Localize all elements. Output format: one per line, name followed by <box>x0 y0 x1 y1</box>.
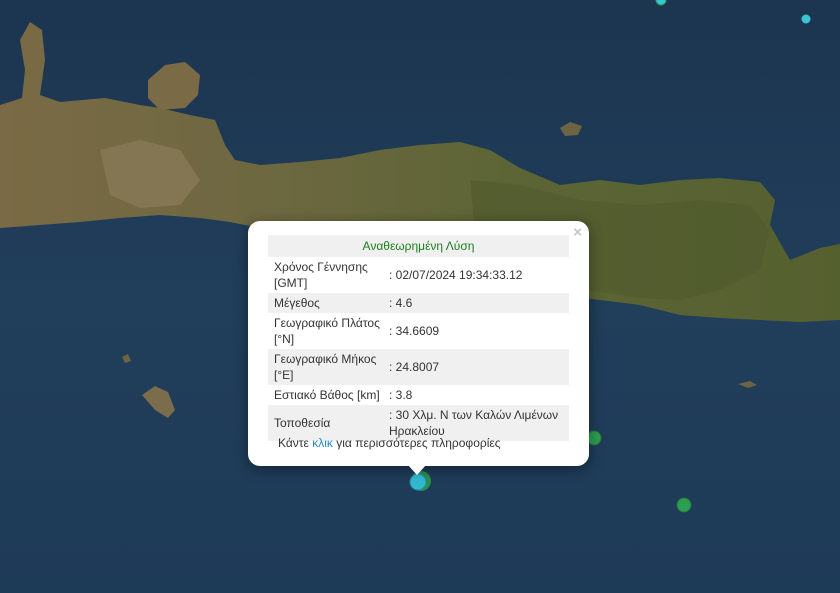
more-info-suffix: για περισσότερες πληροφορίες <box>332 436 501 450</box>
more-info-prefix: Κάντε <box>278 436 313 450</box>
earthquake-info-table: Αναθεωρημένη Λύση Χρόνος Γέννησης [GMT] … <box>268 235 569 441</box>
info-label: Χρόνος Γέννησης [GMT] <box>274 260 368 290</box>
info-value: : 4.6 <box>389 293 569 313</box>
selected-earthquake-marker[interactable] <box>409 473 427 491</box>
info-row-depth: Εστιακό Βάθος [km] : 3.8 <box>268 385 569 405</box>
popup-tip <box>408 465 426 475</box>
info-value: : 34.6609 <box>389 324 440 338</box>
info-row-latitude: Γεωγραφικό Πλάτος [°N] : 34.6609 <box>268 313 569 349</box>
info-value: : 3.8 <box>389 388 413 402</box>
info-label: Γεωγραφικό Πλάτος [°N] <box>274 316 380 346</box>
popup-title: Αναθεωρημένη Λύση <box>268 235 569 257</box>
close-icon[interactable]: × <box>573 225 582 241</box>
info-label: Γεωγραφικό Μήκος [°E] <box>268 349 389 385</box>
info-label: Μέγεθος <box>268 293 389 313</box>
info-label: Εστιακό Βάθος [km] <box>274 388 380 402</box>
info-row-origin-time: Χρόνος Γέννησης [GMT] : 02/07/2024 19:34… <box>268 257 569 293</box>
more-info-text: Κάντε κλικ για περισσότερες πληροφορίες <box>278 436 501 450</box>
earthquake-marker-green-2[interactable] <box>676 497 692 513</box>
earthquake-marker-green-1[interactable] <box>586 430 602 446</box>
earthquake-popup: × Αναθεωρημένη Λύση Χρόνος Γέννησης [GMT… <box>248 221 589 466</box>
info-value: : 02/07/2024 19:34:33.12 <box>389 268 523 282</box>
info-value: : 24.8007 <box>389 349 569 385</box>
more-info-link[interactable]: κλικ <box>312 436 333 450</box>
info-row-longitude: Γεωγραφικό Μήκος [°E] : 24.8007 <box>268 349 569 385</box>
info-row-magnitude: Μέγεθος : 4.6 <box>268 293 569 313</box>
earthquake-marker-cyan-1[interactable] <box>801 14 811 24</box>
